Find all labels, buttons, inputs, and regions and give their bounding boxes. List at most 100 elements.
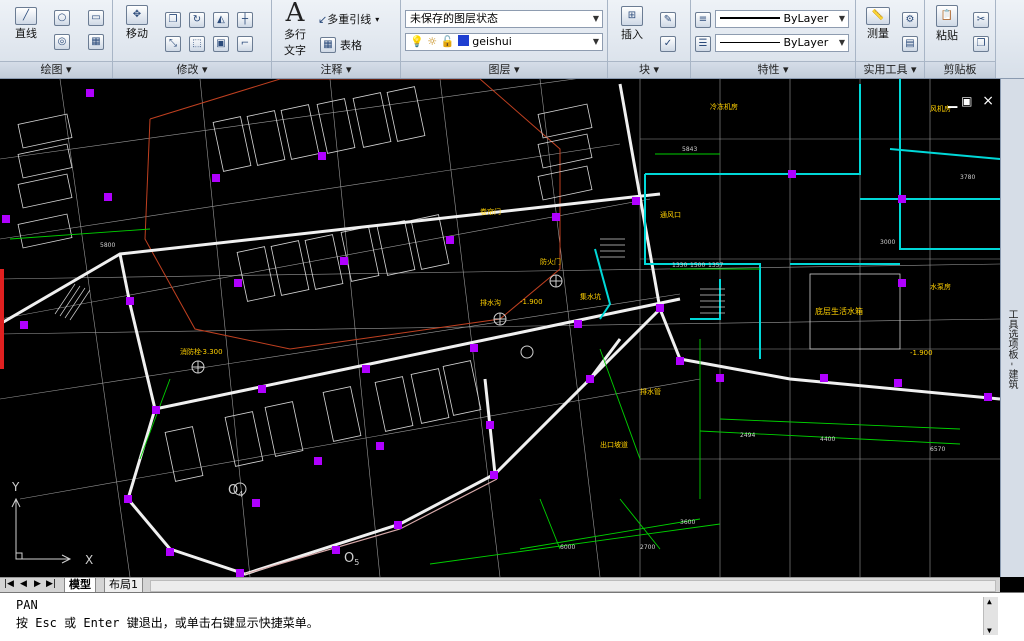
linetype-icon[interactable]: ☰ xyxy=(695,36,711,52)
copy-clip-icon[interactable]: ❐ xyxy=(973,36,989,52)
cut-icon[interactable]: ✂ xyxy=(973,12,989,28)
svg-text:2494: 2494 xyxy=(740,432,755,439)
svg-text:出口坡道: 出口坡道 xyxy=(600,440,628,449)
rectangle-icon[interactable]: ▭ xyxy=(88,10,104,26)
cad-drawing: 卷帘门 防火门 消防栓 排水沟 集水坑 通风口 排水管 出口坡道 风机房 水泵房… xyxy=(0,79,1000,577)
lock-icon: 🔓 xyxy=(440,35,455,48)
water-tank-room-label: 底层生活水箱 xyxy=(815,306,863,316)
create-block-icon[interactable]: ✎ xyxy=(660,12,676,28)
restore-icon[interactable]: ▣ xyxy=(961,94,972,108)
tab-last-icon[interactable]: ▶| xyxy=(46,579,56,589)
command-prompt-line: 按 Esc 或 Enter 键退出，或单击右键显示快捷菜单。 xyxy=(16,616,319,630)
svg-text:3000: 3000 xyxy=(880,239,895,246)
parking-stalls xyxy=(17,86,593,482)
properties-panel-title[interactable]: 特性 ▾ xyxy=(691,61,855,78)
tab-model[interactable]: 模型 xyxy=(64,578,96,593)
svg-text:1330: 1330 xyxy=(672,262,687,269)
modify-panel: ✥ 移动 ❐ ↻ ◭ ┼ ⤡ ⬚ ▣ ⌐ 修改 ▾ xyxy=(113,0,272,78)
annotation-panel-title[interactable]: 注释 ▾ xyxy=(272,61,400,78)
edit-attribute-icon[interactable]: ✓ xyxy=(660,36,676,52)
svg-text:5843: 5843 xyxy=(682,146,697,153)
command-line[interactable]: PAN 按 Esc 或 Enter 键退出，或单击右键显示快捷菜单。 ▲ ▼ xyxy=(0,592,1024,641)
layer-state-dropdown[interactable]: 未保存的图层状态 ▼ xyxy=(405,10,603,28)
layers-panel-title[interactable]: 图层 ▾ xyxy=(401,61,607,78)
mtext-button[interactable]: A 多行 文字 xyxy=(276,0,314,58)
chevron-down-icon: ▼ xyxy=(838,14,845,23)
clipboard-panel-title[interactable]: 剪贴板 xyxy=(925,61,995,78)
utilities-panel: 📏 测量 ⚙ ▤ 实用工具 ▾ xyxy=(856,0,925,78)
multileader-dropdown-icon: ▾ xyxy=(375,14,380,24)
layer-dropdown[interactable]: 💡 ☼ 🔓 geishui ▼ xyxy=(405,33,603,51)
svg-text:1500: 1500 xyxy=(690,262,705,269)
move-label: 移动 xyxy=(126,27,148,40)
tab-first-icon[interactable]: |◀ xyxy=(4,579,14,589)
match-properties-icon[interactable]: ≡ xyxy=(695,12,711,28)
multileader-icon: ↙ xyxy=(318,12,328,26)
close-drawing-button[interactable]: × xyxy=(982,93,994,109)
modify-panel-title[interactable]: 修改 ▾ xyxy=(113,61,271,78)
grips[interactable] xyxy=(2,89,992,577)
minimize-icon[interactable]: ▁ xyxy=(948,94,957,108)
multileader-button[interactable]: ↙ 多重引线 ▾ xyxy=(318,10,379,28)
ucs-icon xyxy=(11,497,72,564)
linetype-dropdown[interactable]: ByLayer ▼ xyxy=(715,34,849,52)
paste-icon: 📋 xyxy=(936,5,958,27)
quick-select-icon[interactable]: ⚙ xyxy=(902,12,918,28)
tab-layout1[interactable]: 布局1 xyxy=(104,578,143,593)
scroll-up-icon[interactable]: ▲ xyxy=(987,597,992,606)
block-panel: ⊞ 插入 ✎ ✓ 块 ▾ xyxy=(608,0,691,78)
copy-icon[interactable]: ❐ xyxy=(165,12,181,28)
circle-icon[interactable]: ○ xyxy=(54,10,70,26)
paste-button[interactable]: 📋 粘贴 xyxy=(927,0,967,48)
tool-palette-title: 工具选项板 - 建筑 xyxy=(1006,309,1017,389)
layer-state-value: 未保存的图层状态 xyxy=(410,12,498,25)
insert-block-icon: ⊞ xyxy=(621,6,643,26)
move-button[interactable]: ✥ 移动 xyxy=(117,0,157,46)
left-edge-marker xyxy=(0,269,4,369)
fillet-icon[interactable]: ⌐ xyxy=(237,36,253,52)
drawing-window-controls: ▁ ▣ × xyxy=(948,93,994,109)
draw-panel: ╱ 直线 ○ ▭ ◎ ▦ 绘图 ▾ xyxy=(0,0,113,78)
block-panel-title[interactable]: 块 ▾ xyxy=(608,61,690,78)
insert-button[interactable]: ⊞ 插入 xyxy=(612,2,652,46)
draw-panel-title[interactable]: 绘图 ▾ xyxy=(0,61,112,78)
svg-text:排水管: 排水管 xyxy=(640,387,661,396)
svg-text:防火门: 防火门 xyxy=(540,257,561,266)
rotate-icon[interactable]: ↻ xyxy=(189,12,205,28)
tab-layout1-label: 布局1 xyxy=(109,578,138,591)
mtext-label-2: 文字 xyxy=(284,44,306,57)
scroll-down-icon[interactable]: ▼ xyxy=(987,626,992,635)
trim-icon[interactable]: ┼ xyxy=(237,12,253,28)
sun-icon: ☼ xyxy=(427,35,438,48)
paste-label: 粘贴 xyxy=(936,29,958,42)
svg-text:排水沟: 排水沟 xyxy=(480,298,501,307)
svg-text:6000: 6000 xyxy=(560,544,575,551)
calculator-icon[interactable]: ▤ xyxy=(902,36,918,52)
table-button[interactable]: ▦ 表格 xyxy=(320,36,362,54)
drawing-canvas[interactable]: 卷帘门 防火门 消防栓 排水沟 集水坑 通风口 排水管 出口坡道 风机房 水泵房… xyxy=(0,79,1000,577)
utilities-panel-title[interactable]: 实用工具 ▾ xyxy=(856,61,924,78)
mirror-icon[interactable]: ◭ xyxy=(213,12,229,28)
array-icon[interactable]: ▣ xyxy=(213,36,229,52)
ribbon: ╱ 直线 ○ ▭ ◎ ▦ 绘图 ▾ ✥ 移动 ❐ ↻ ◭ ┼ ⤡ ⬚ ▣ ⌐ 修… xyxy=(0,0,1024,79)
svg-text:集水坑: 集水坑 xyxy=(580,292,601,301)
hatch-icon[interactable]: ▦ xyxy=(88,34,104,50)
ellipse-icon[interactable]: ◎ xyxy=(54,34,70,50)
horizontal-scrollbar[interactable] xyxy=(150,580,996,592)
walls xyxy=(0,83,1000,576)
color-value: ByLayer xyxy=(783,12,829,25)
tab-next-icon[interactable]: ▶ xyxy=(34,579,41,589)
line-button[interactable]: ╱ 直线 xyxy=(6,2,46,46)
command-scrollbar[interactable]: ▲ ▼ xyxy=(983,597,998,635)
measure-button[interactable]: 📏 测量 xyxy=(858,2,898,46)
measure-icon: 📏 xyxy=(866,7,890,25)
svg-text:3780: 3780 xyxy=(960,174,975,181)
stretch-icon[interactable]: ⤡ xyxy=(165,36,181,52)
ucs-x-label: X xyxy=(85,553,93,567)
layers-panel: 未保存的图层状态 ▼ 💡 ☼ 🔓 geishui ▼ 图层 ▾ xyxy=(401,0,608,78)
scale-icon[interactable]: ⬚ xyxy=(189,36,205,52)
properties-panel: ≡ ByLayer ▼ ☰ ByLayer ▼ 特性 ▾ xyxy=(691,0,856,78)
tab-prev-icon[interactable]: ◀ xyxy=(20,579,27,589)
color-dropdown[interactable]: ByLayer ▼ xyxy=(715,10,849,28)
tool-palette-bar[interactable]: 工具选项板 - 建筑 xyxy=(1000,79,1024,577)
